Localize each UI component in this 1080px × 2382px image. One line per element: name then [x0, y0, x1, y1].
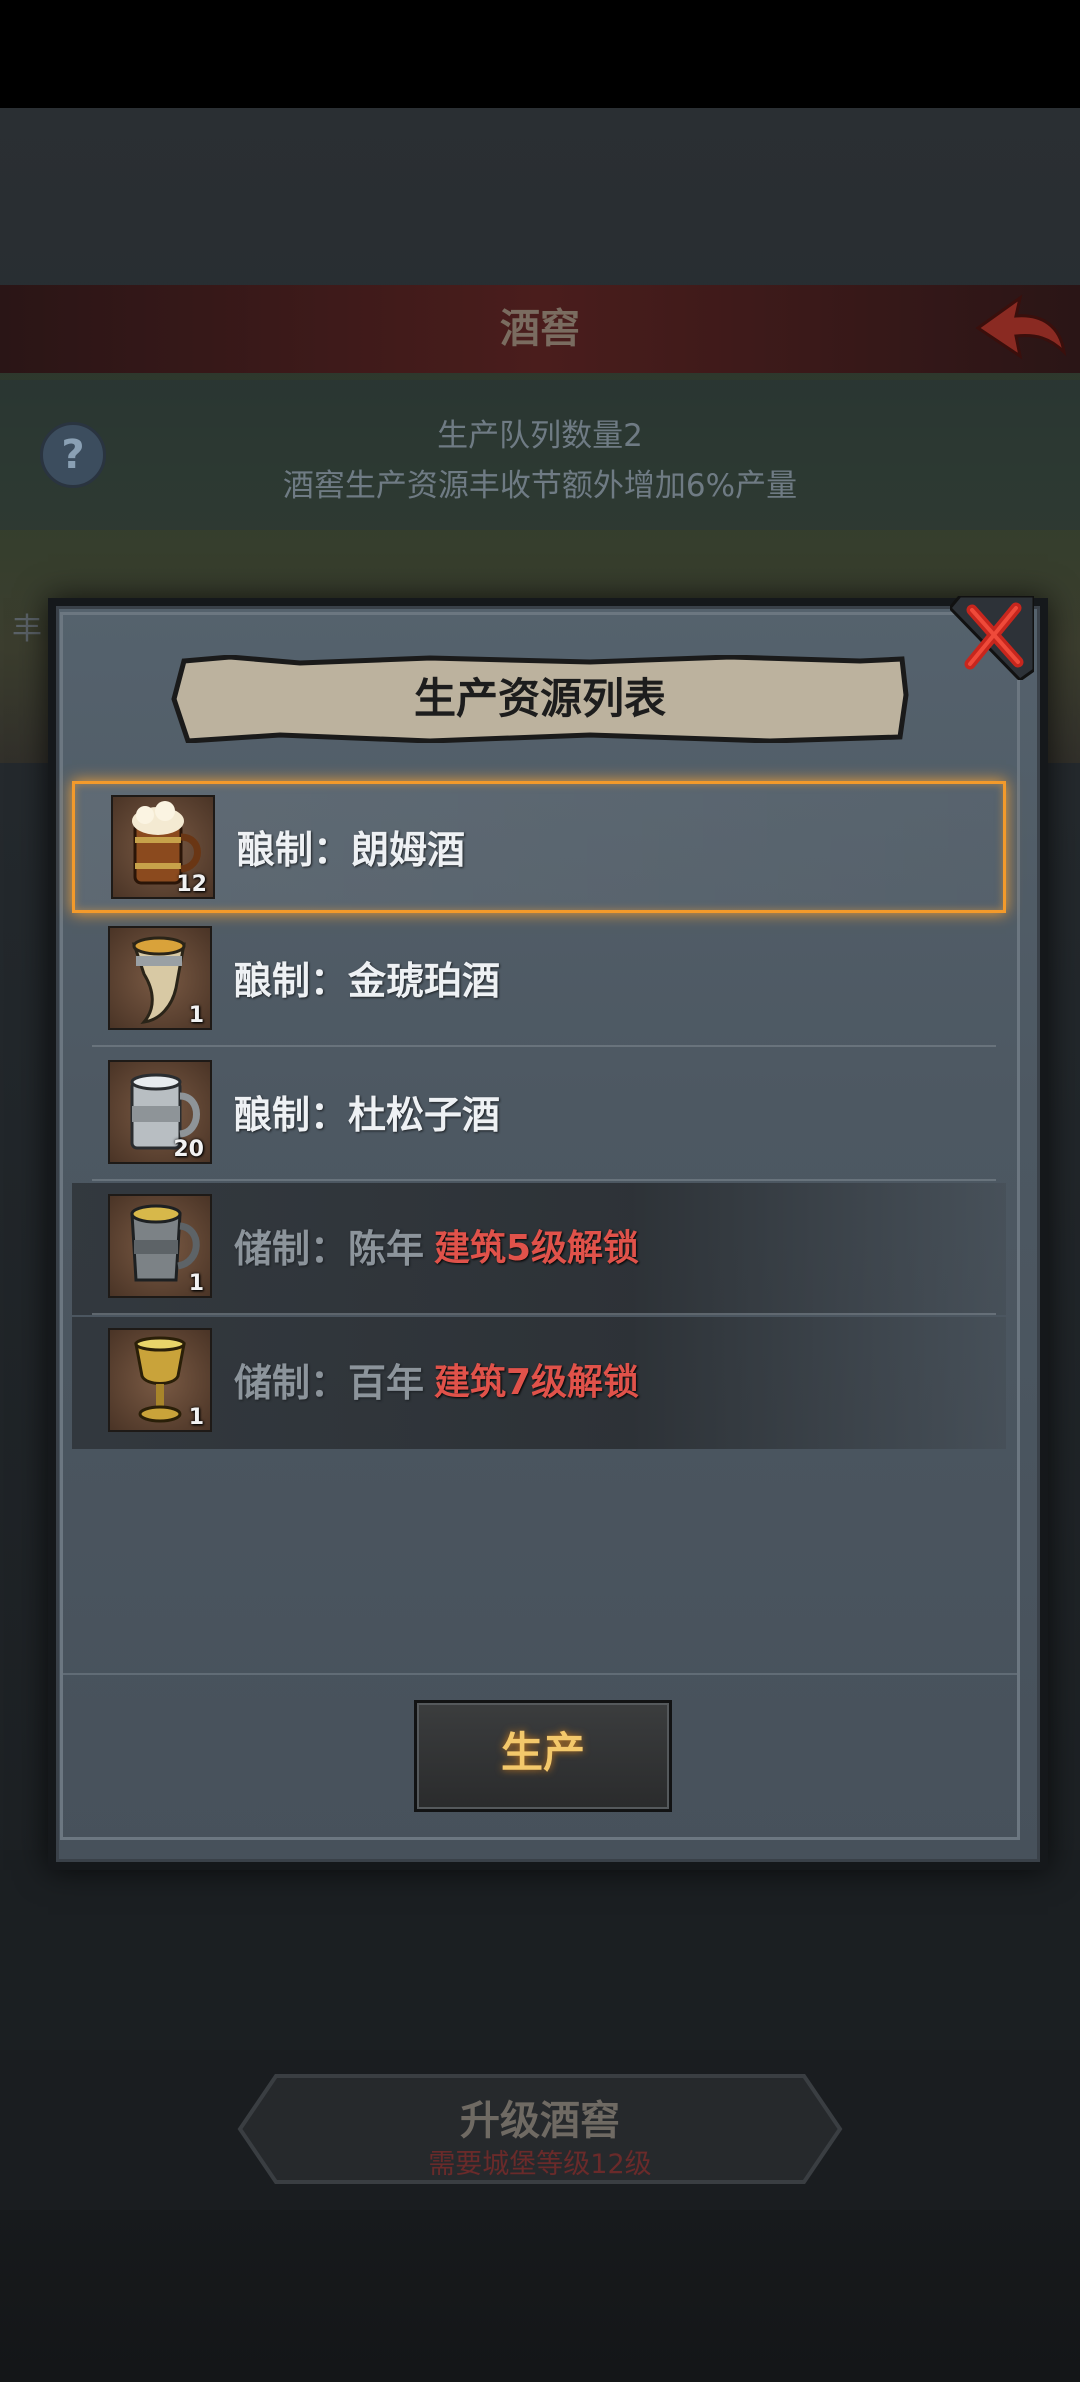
background-title: 酒窖: [500, 306, 580, 352]
item-quantity: 1: [188, 1271, 204, 1296]
item-label: 储制：百年: [234, 1361, 425, 1405]
info-bar: [0, 380, 1080, 530]
row-divider: [92, 1045, 996, 1047]
item-quantity: 1: [188, 1003, 204, 1028]
rum-barrel-mug-icon: 12: [111, 795, 215, 899]
upgrade-requirement: 需要城堡等级12级: [428, 2149, 652, 2180]
amber-horn-icon: 1: [108, 926, 212, 1030]
list-item-aged: 1 储制：陈年 建筑5级解锁: [72, 1183, 1006, 1315]
list-item-rum[interactable]: 12 酿制：朗姆酒: [72, 781, 1006, 913]
produce-button-label: 生产: [500, 1728, 585, 1777]
item-label: 储制：陈年: [234, 1227, 425, 1271]
unlock-requirement: 建筑7级解锁: [434, 1362, 640, 1403]
unlock-requirement: 建筑5级解锁: [434, 1228, 640, 1269]
back-arrow-icon[interactable]: [972, 292, 1068, 362]
background-left-text: 丰: [12, 612, 42, 647]
row-divider: [92, 1179, 996, 1181]
close-icon[interactable]: [950, 596, 1034, 680]
item-label: 酿制：朗姆酒: [237, 828, 466, 872]
golden-chalice-icon: 1: [108, 1328, 212, 1432]
list-item-century: 1 储制：百年 建筑7级解锁: [72, 1317, 1006, 1449]
item-label: 酿制：杜松子酒: [234, 1093, 501, 1137]
item-label: 酿制：金琥珀酒: [234, 959, 501, 1003]
item-quantity: 12: [176, 872, 207, 897]
queue-count-text: 生产队列数量2: [437, 418, 643, 454]
row-divider: [92, 1313, 996, 1315]
pewter-tankard-icon: 20: [108, 1060, 212, 1164]
produce-button[interactable]: 生产: [414, 1700, 672, 1812]
list-item-gin[interactable]: 20 酿制：杜松子酒: [72, 1049, 1006, 1181]
aged-tankard-icon: 1: [108, 1194, 212, 1298]
bonus-text: 酒窖生产资源丰收节额外增加6%产量: [282, 468, 798, 504]
upgrade-label: 升级酒窖: [460, 2098, 620, 2144]
footer-divider: [60, 1673, 1020, 1675]
modal-title: 生产资源列表: [413, 674, 666, 723]
list-item-amber[interactable]: 1 酿制：金琥珀酒: [72, 915, 1006, 1047]
status-bar: [0, 0, 1080, 108]
item-quantity: 20: [173, 1137, 204, 1162]
background-lower-panel: [0, 1850, 1080, 2050]
item-quantity: 1: [188, 1405, 204, 1430]
